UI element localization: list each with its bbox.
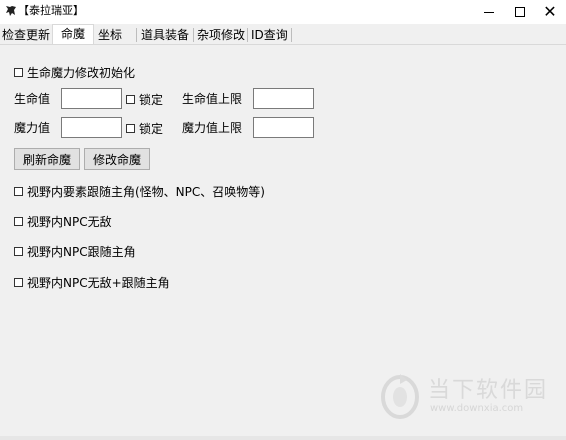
maximize-icon: [515, 7, 525, 17]
mp-lock-checkbox[interactable]: [126, 123, 135, 133]
watermark-url: www.downxia.com: [430, 403, 524, 414]
tab-bar: 检查更新 命魔 坐标 道具装备 杂项修改 ID查询: [0, 24, 566, 45]
modify-hp-mp-button[interactable]: 修改命魔: [84, 148, 150, 170]
minimize-icon: [484, 11, 494, 13]
app-icon: [6, 6, 16, 16]
tab-misc[interactable]: 杂项修改: [197, 27, 245, 43]
hp-label: 生命值: [14, 92, 51, 106]
close-icon: ✕: [543, 2, 557, 21]
option-npc-invincible-label: 视野内NPC无敌: [27, 214, 112, 229]
init-checkbox-label: 生命魔力修改初始化: [27, 65, 136, 80]
tab-divider: [193, 28, 194, 42]
tab-coordinates[interactable]: 坐标: [98, 27, 122, 43]
tab-id-lookup[interactable]: ID查询: [251, 27, 288, 43]
tab-divider: [136, 28, 137, 42]
tab-hp-mp[interactable]: 命魔: [52, 24, 94, 44]
option-npc-follow-row[interactable]: 视野内NPC跟随主角: [14, 243, 136, 259]
option-npc-invincible-checkbox[interactable]: [14, 216, 23, 226]
hp-max-label: 生命值上限: [182, 92, 243, 106]
hp-lock-label: 锁定: [139, 92, 164, 107]
option-follow-all-checkbox[interactable]: [14, 186, 23, 196]
minimize-button[interactable]: [473, 0, 505, 24]
downxia-logo-icon: [381, 374, 419, 419]
watermark: 当下软件园 www.downxia.com: [380, 370, 566, 430]
tab-items-equipment[interactable]: 道具装备: [141, 27, 189, 43]
init-checkbox[interactable]: [14, 67, 23, 77]
option-npc-follow-checkbox[interactable]: [14, 246, 23, 256]
hp-lock-checkbox[interactable]: [126, 94, 135, 104]
watermark-text: 当下软件园: [428, 378, 549, 403]
mp-max-label: 魔力值上限: [182, 121, 243, 135]
tab-divider: [291, 28, 292, 42]
option-npc-invincible-follow-row[interactable]: 视野内NPC无敌+跟随主角: [14, 274, 170, 290]
hp-lock-row[interactable]: 锁定: [126, 91, 163, 107]
title-bar: 【泰拉瑞亚】 ✕: [0, 0, 566, 24]
window-title: 【泰拉瑞亚】: [18, 4, 84, 17]
maximize-button[interactable]: [504, 0, 536, 24]
hp-max-input[interactable]: [253, 88, 314, 109]
tab-divider: [247, 28, 248, 42]
mp-input[interactable]: [61, 117, 122, 138]
refresh-hp-mp-button[interactable]: 刷新命魔: [14, 148, 80, 170]
mp-lock-row[interactable]: 锁定: [126, 120, 163, 136]
mp-label: 魔力值: [14, 121, 51, 135]
option-follow-all-label: 视野内要素跟随主角(怪物、NPC、召唤物等): [27, 184, 265, 199]
hp-input[interactable]: [61, 88, 122, 109]
window-bottom-edge: [0, 436, 566, 440]
mp-max-input[interactable]: [253, 117, 314, 138]
option-npc-follow-label: 视野内NPC跟随主角: [27, 244, 136, 259]
option-follow-all-row[interactable]: 视野内要素跟随主角(怪物、NPC、召唤物等): [14, 183, 265, 199]
tab-check-update[interactable]: 检查更新: [2, 27, 50, 43]
option-npc-invincible-follow-checkbox[interactable]: [14, 277, 23, 287]
init-checkbox-row[interactable]: 生命魔力修改初始化: [14, 64, 135, 80]
option-npc-invincible-follow-label: 视野内NPC无敌+跟随主角: [27, 275, 170, 290]
option-npc-invincible-row[interactable]: 视野内NPC无敌: [14, 213, 112, 229]
close-button[interactable]: ✕: [534, 0, 566, 24]
mp-lock-label: 锁定: [139, 121, 164, 136]
